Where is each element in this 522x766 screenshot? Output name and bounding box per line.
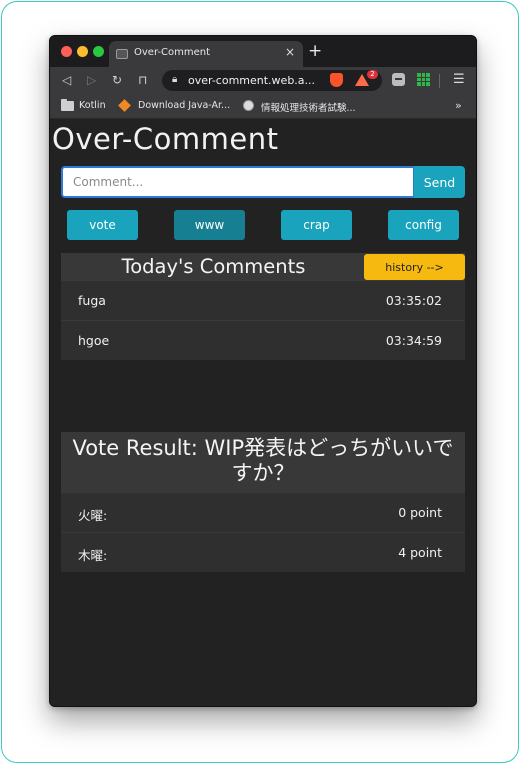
grid-extension-icon[interactable] [417,73,430,86]
rewards-badge: 2 [367,70,378,79]
comment-row: hgoe 03:34:59 [61,320,465,360]
crap-button[interactable]: crap [281,210,352,240]
vote-points: 0 point [398,505,442,520]
www-button[interactable]: www [174,210,245,240]
history-button[interactable]: history --> [364,254,465,280]
comment-text: fuga [78,293,106,308]
bookmark-kotlin[interactable]: Kotlin [79,100,106,111]
comment-row: fuga 03:35:02 [61,280,465,320]
tab-close-icon[interactable]: × [285,45,295,59]
browser-toolbar: ◁ ▷ ↻ ⊓ 🔒︎ over-comment.web.a... 2 ☰ [50,67,476,95]
reload-icon[interactable]: ↻ [112,72,122,88]
browser-window: Over-Comment × + ◁ ▷ ↻ ⊓ 🔒︎ over-comment… [49,35,477,707]
new-tab-button[interactable]: + [308,41,322,61]
bookmark-ipa-exam[interactable]: 情報処理技術者試験... [261,100,356,114]
bookmark-icon[interactable]: ⊓ [138,72,147,88]
bookmark-download-java[interactable]: Download Java-Ar... [138,100,230,111]
comment-time: 03:34:59 [385,333,442,348]
send-button[interactable]: Send [414,166,465,198]
today-comments-card: Today's Comments history --> fuga 03:35:… [61,253,465,360]
vote-points: 4 point [398,545,442,560]
close-window-button[interactable] [61,46,72,57]
app-title: Over-Comment [52,122,279,156]
lock-icon: 🔒︎ [172,74,178,85]
vote-result-card: Vote Result: WIP発表はどっちがいいですか？ 火曜: 0 poin… [61,432,465,572]
back-icon[interactable]: ◁ [62,72,71,88]
vote-result-title: Vote Result: WIP発表はどっちがいいですか？ [61,432,465,492]
folder-icon [61,99,74,111]
tab-title: Over-Comment [134,47,211,58]
globe-icon [243,100,254,111]
chat-extension-icon[interactable] [392,73,405,86]
bookmarks-bar: Kotlin Download Java-Ar... 情報処理技術者試験... … [50,95,476,119]
vote-result-row: 火曜: 0 point [61,492,465,532]
forward-icon[interactable]: ▷ [87,72,96,88]
brave-shield-icon[interactable] [330,73,343,87]
comment-text: hgoe [78,333,110,348]
vote-result-row: 木曜: 4 point [61,532,465,572]
favicon-icon [116,49,128,59]
config-button[interactable]: config [388,210,459,240]
today-comments-title: Today's Comments [121,255,306,278]
diamond-icon [118,99,131,112]
tab-bar: Over-Comment × + [50,36,476,67]
vote-option: 火曜: [78,508,108,523]
minimize-window-button[interactable] [77,46,88,57]
screenshot-frame: Over-Comment × + ◁ ▷ ↻ ⊓ 🔒︎ over-comment… [1,1,519,763]
tab-over-comment[interactable]: Over-Comment × [109,41,303,67]
bookmarks-more-icon[interactable]: » [455,99,462,112]
comment-time: 03:35:02 [385,293,442,308]
zoom-window-button[interactable] [93,46,104,57]
vote-button[interactable]: vote [67,210,138,240]
page-content: Over-Comment Send vote www crap config T… [50,119,476,706]
vote-option: 木曜: [78,548,108,563]
menu-icon[interactable]: ☰ [453,72,465,88]
toolbar-divider [439,74,440,88]
url-text: over-comment.web.a... [188,74,316,87]
comment-input[interactable] [61,166,415,198]
today-comments-header: Today's Comments history --> [61,253,465,280]
address-bar[interactable]: 🔒︎ over-comment.web.a... [162,70,382,91]
